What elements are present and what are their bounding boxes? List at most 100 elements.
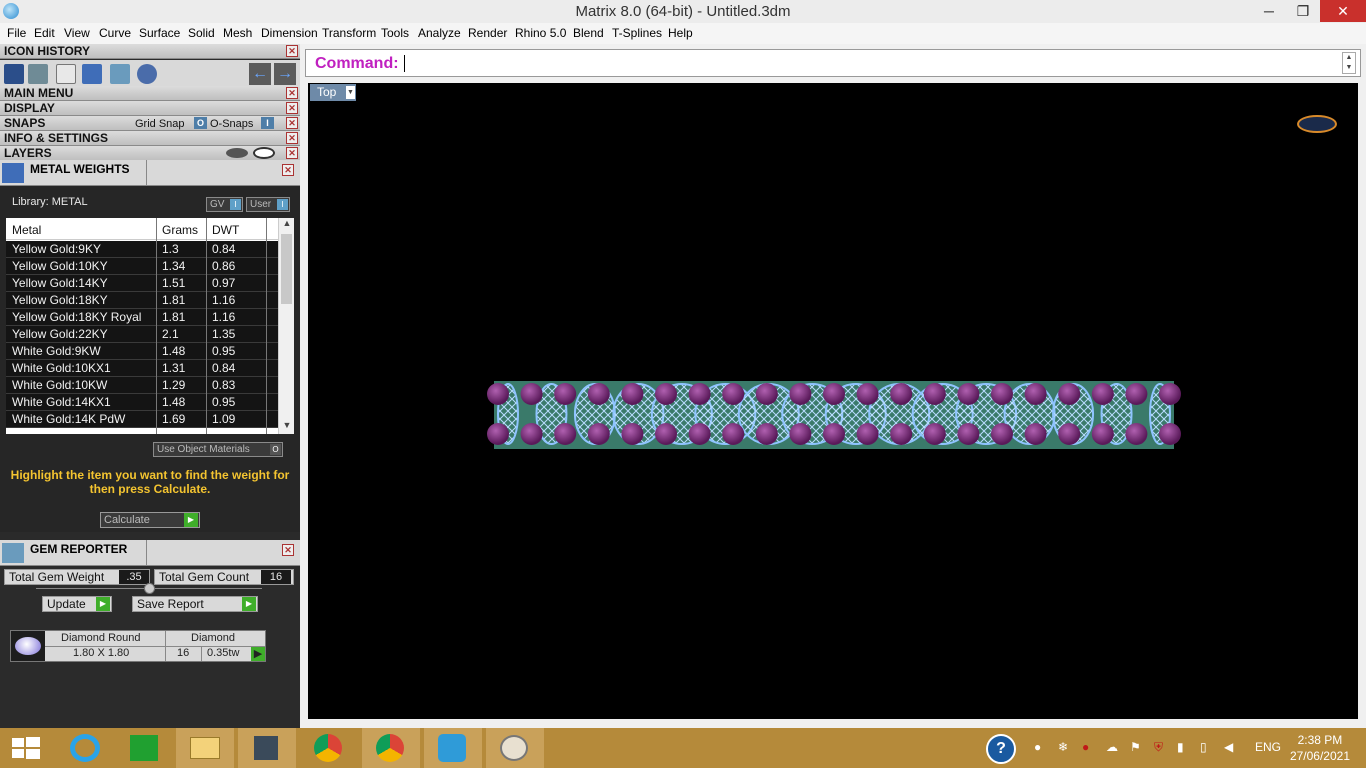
tray-flag-icon[interactable]: ⚑ [1130, 740, 1141, 754]
use-object-materials-toggle[interactable]: Use Object Materials O [153, 442, 283, 457]
calculate-play-icon[interactable]: ▶ [184, 513, 198, 527]
gv-toggle[interactable]: GV I [206, 197, 243, 212]
menu-render[interactable]: Render [468, 26, 507, 40]
menu-view[interactable]: View [64, 26, 90, 40]
internet-explorer-icon[interactable] [58, 728, 116, 768]
snaps-close[interactable]: ✕ [286, 117, 298, 129]
start-button[interactable] [0, 728, 58, 768]
info-settings-header[interactable]: INFO & SETTINGS ✕ [0, 131, 300, 146]
snaps-header[interactable]: SNAPS Grid Snap O O-Snaps I ✕ [0, 116, 300, 131]
menu-blend[interactable]: Blend [573, 26, 604, 40]
table-row[interactable]: Yellow Gold:18KY Royal 1.81 1.16 [6, 309, 278, 326]
o-snaps-toggle[interactable]: I [261, 117, 274, 129]
menu-rhino[interactable]: Rhino 5.0 [515, 26, 566, 40]
scroll-thumb[interactable] [281, 234, 292, 304]
menu-file[interactable]: File [7, 26, 26, 40]
display-header[interactable]: DISPLAY ✕ [0, 101, 300, 116]
gem-reporter-close[interactable]: ✕ [282, 544, 294, 556]
table-row[interactable]: White Gold:14KX1 1.48 0.95 [6, 394, 278, 411]
o-snaps-label[interactable]: O-Snaps [210, 117, 253, 132]
viewport-dropdown-icon[interactable]: ▼ [346, 86, 355, 99]
save-report-button[interactable]: Save Report ▶ [132, 596, 258, 612]
layers-close[interactable]: ✕ [286, 147, 298, 159]
gem-select-play-icon[interactable]: ▶ [251, 647, 265, 661]
menu-edit[interactable]: Edit [34, 26, 55, 40]
copy-icon[interactable] [56, 64, 76, 84]
menu-help[interactable]: Help [668, 26, 693, 40]
metal-table-scrollbar[interactable]: ▲ ▼ [278, 218, 294, 434]
menu-curve[interactable]: Curve [99, 26, 131, 40]
restore-button[interactable]: ❐ [1286, 0, 1320, 22]
table-row[interactable]: Yellow Gold:22KY 2.1 1.35 [6, 326, 278, 343]
menu-transform[interactable]: Transform [322, 26, 376, 40]
column-metal[interactable]: Metal [12, 223, 41, 237]
layers-header[interactable]: LAYERS ✕ [0, 146, 300, 161]
file-explorer-icon[interactable] [176, 728, 234, 768]
update-button[interactable]: Update ▶ [42, 596, 112, 612]
chrome-window-icon[interactable] [362, 728, 420, 768]
menu-mesh[interactable]: Mesh [223, 26, 252, 40]
record-icon[interactable] [137, 64, 157, 84]
main-menu-close[interactable]: ✕ [286, 87, 298, 99]
vectorworks-icon[interactable] [424, 728, 482, 768]
viewport-top[interactable]: Top ▼ [308, 83, 1358, 719]
menu-tsplines[interactable]: T-Splines [612, 26, 662, 40]
display-close[interactable]: ✕ [286, 102, 298, 114]
command-spinner[interactable]: ▲ ▼ [1342, 52, 1356, 74]
close-button[interactable]: ✕ [1320, 0, 1366, 22]
gem-reporter-icon[interactable] [110, 64, 130, 84]
tray-cloud-icon[interactable]: ☁ [1106, 740, 1118, 754]
layer-hide-icon[interactable] [226, 148, 248, 158]
menu-solid[interactable]: Solid [188, 26, 215, 40]
calculate-button[interactable]: Calculate ▶ [100, 512, 200, 528]
gem-table-row[interactable]: Diamond Round Diamond 1.80 X 1.80 16 0.3… [10, 630, 266, 662]
metal-weights-icon[interactable] [82, 64, 102, 84]
command-bar[interactable]: Command: ▲ ▼ [305, 49, 1361, 77]
eye-icon[interactable] [253, 147, 275, 159]
menu-surface[interactable]: Surface [139, 26, 180, 40]
menu-tools[interactable]: Tools [381, 26, 409, 40]
snap-move-icon[interactable] [28, 64, 48, 84]
tray-battery-icon[interactable]: ▯ [1200, 740, 1207, 754]
matrix-app-icon[interactable] [238, 728, 296, 768]
tray-volume-icon[interactable]: ◀ [1224, 740, 1233, 754]
table-row[interactable]: Yellow Gold:14KY 1.51 0.97 [6, 275, 278, 292]
table-row[interactable]: Yellow Gold:9KY 1.3 0.84 [6, 241, 278, 258]
table-row[interactable]: Yellow Gold:10KY 1.34 0.86 [6, 258, 278, 275]
scroll-down-icon[interactable]: ▼ [279, 420, 294, 434]
main-menu-header[interactable]: MAIN MENU ✕ [0, 86, 300, 101]
back-arrow-icon[interactable]: ← [249, 63, 271, 85]
icon-history-close[interactable]: ✕ [286, 45, 298, 57]
language-indicator[interactable]: ENG [1255, 740, 1281, 754]
info-settings-close[interactable]: ✕ [286, 132, 298, 144]
forward-arrow-icon[interactable]: → [274, 63, 296, 85]
table-row[interactable]: Yellow Gold:18KY 1.81 1.16 [6, 292, 278, 309]
save-icon[interactable] [4, 64, 24, 84]
scroll-up-icon[interactable]: ▲ [279, 218, 294, 232]
navigation-widget-icon[interactable] [1297, 115, 1337, 133]
tray-vectorworks-icon[interactable]: ● [1034, 740, 1041, 754]
table-row[interactable]: White Gold:14K PdW 1.69 1.09 [6, 411, 278, 428]
column-dwt[interactable]: DWT [212, 223, 239, 237]
tray-network-icon[interactable]: ▮ [1177, 740, 1184, 754]
metal-weights-close[interactable]: ✕ [282, 164, 294, 176]
table-row[interactable]: White Gold:9KW 1.48 0.95 [6, 343, 278, 360]
save-report-play-icon[interactable]: ▶ [242, 597, 256, 611]
taskbar-clock[interactable]: 2:38 PM 27/06/2021 [1290, 732, 1350, 764]
minimize-button[interactable]: ─ [1252, 0, 1286, 22]
tray-snowflake-icon[interactable]: ❄ [1058, 740, 1068, 754]
tray-shield-icon[interactable]: ⛨ [1154, 740, 1163, 755]
expand-handle-icon[interactable] [144, 583, 155, 594]
table-row[interactable]: White Gold:10KW 1.29 0.83 [6, 377, 278, 394]
viewport-tab[interactable]: Top ▼ [310, 84, 356, 101]
chrome-icon[interactable] [300, 728, 358, 768]
store-icon[interactable] [116, 728, 174, 768]
tray-beats-icon[interactable]: ● [1082, 740, 1089, 754]
table-row[interactable]: White Gold:10KX1 1.31 0.84 [6, 360, 278, 377]
icon-history-header[interactable]: ICON HISTORY ✕ [0, 44, 300, 59]
grid-snap-label[interactable]: Grid Snap [135, 117, 185, 132]
user-toggle[interactable]: User I [246, 197, 290, 212]
menu-analyze[interactable]: Analyze [418, 26, 461, 40]
column-grams[interactable]: Grams [162, 223, 198, 237]
update-play-icon[interactable]: ▶ [96, 597, 110, 611]
